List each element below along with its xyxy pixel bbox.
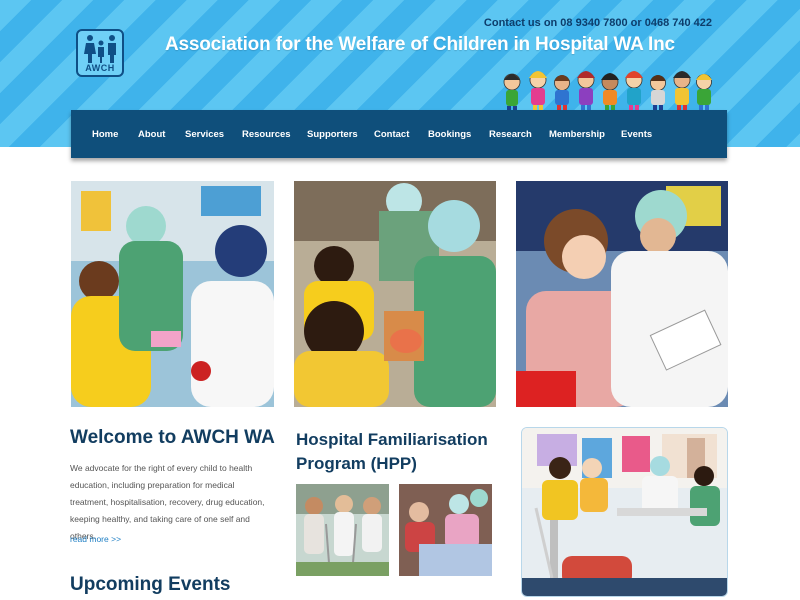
main-nav: Home About Services Resources Supporters… bbox=[71, 110, 727, 158]
nav-item-membership[interactable]: Membership bbox=[549, 129, 605, 140]
nav-item-resources[interactable]: Resources bbox=[242, 129, 291, 140]
contact-phone: Contact us on 08 9340 7800 or 0468 740 4… bbox=[483, 17, 712, 29]
site-logo[interactable]: AWCH bbox=[76, 29, 124, 77]
events-heading: Upcoming Events bbox=[70, 574, 231, 595]
nav-item-bookings[interactable]: Bookings bbox=[428, 129, 471, 140]
family-icon bbox=[84, 35, 116, 63]
photo-children-doctors-1 bbox=[71, 181, 274, 407]
logo-text: AWCH bbox=[85, 63, 115, 73]
welcome-heading: Welcome to AWCH WA bbox=[70, 427, 275, 448]
nav-item-research[interactable]: Research bbox=[489, 129, 532, 140]
photo-children-doctors-2 bbox=[294, 181, 496, 407]
child-figure bbox=[503, 73, 521, 115]
photo-hpp-crutches bbox=[296, 484, 389, 576]
nav-item-supporters[interactable]: Supporters bbox=[307, 129, 358, 140]
photo-children-doctors-3 bbox=[516, 181, 728, 407]
photo-hpp-bed bbox=[399, 484, 492, 576]
featured-classroom-photo bbox=[522, 428, 727, 596]
nav-item-events[interactable]: Events bbox=[621, 129, 652, 140]
nav-item-contact[interactable]: Contact bbox=[374, 129, 409, 140]
featured-photo-card bbox=[521, 427, 728, 597]
nav-item-home[interactable]: Home bbox=[92, 129, 118, 140]
hpp-heading: Hospital Familiarisation Program (HPP) bbox=[296, 430, 488, 473]
nav-item-services[interactable]: Services bbox=[185, 129, 224, 140]
site-title[interactable]: Association for the Welfare of Children … bbox=[165, 34, 675, 56]
nav-item-about[interactable]: About bbox=[138, 129, 165, 140]
read-more-link[interactable]: read more >> bbox=[70, 534, 121, 544]
welcome-body: We advocate for the right of every child… bbox=[70, 463, 265, 541]
